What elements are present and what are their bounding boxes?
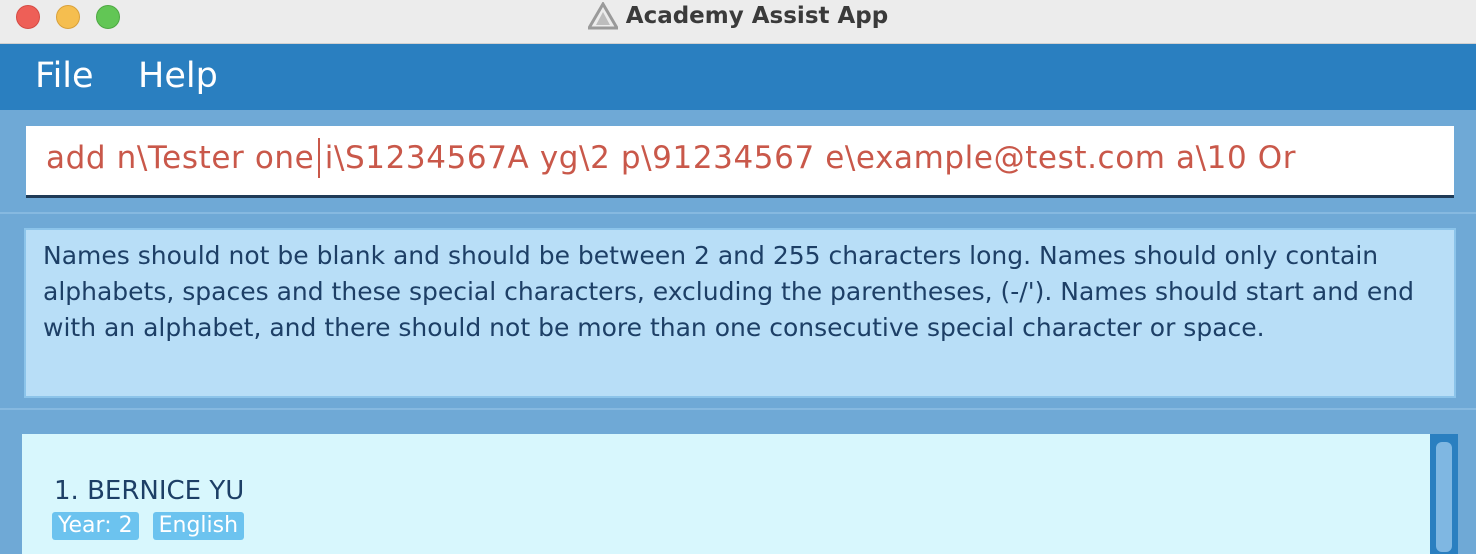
- list-scrollbar[interactable]: [1430, 434, 1458, 554]
- command-input[interactable]: add n\Tester one i\S1234567A yg\2 p\9123…: [26, 126, 1454, 198]
- result-display: Names should not be blank and should be …: [24, 228, 1456, 398]
- menu-file[interactable]: File: [35, 56, 94, 96]
- person-name: 1. BERNICE YU: [54, 476, 245, 506]
- scrollbar-thumb[interactable]: [1436, 442, 1452, 552]
- command-area: add n\Tester one i\S1234567A yg\2 p\9123…: [0, 110, 1476, 214]
- window-titlebar: Academy Assist App: [0, 0, 1476, 44]
- person-list-area: 1. BERNICE YU Year: 2 English: [0, 410, 1476, 554]
- text-caret: [318, 138, 320, 178]
- menu-help[interactable]: Help: [138, 56, 218, 96]
- tag-year: Year: 2: [52, 512, 139, 540]
- window-title: Academy Assist App: [0, 0, 1476, 32]
- result-area: Names should not be blank and should be …: [0, 214, 1476, 410]
- app-logo-icon: [587, 2, 618, 30]
- command-input-text: add n\Tester one i\S1234567A yg\2 p\9123…: [46, 140, 1297, 176]
- tag-subject: English: [152, 512, 245, 540]
- menu-bar: File Help: [0, 44, 1476, 110]
- result-message: Names should not be blank and should be …: [43, 241, 1414, 342]
- person-list: 1. BERNICE YU Year: 2 English: [22, 434, 1430, 554]
- window-title-text: Academy Assist App: [625, 3, 889, 29]
- tag-list: Year: 2 English: [52, 512, 245, 540]
